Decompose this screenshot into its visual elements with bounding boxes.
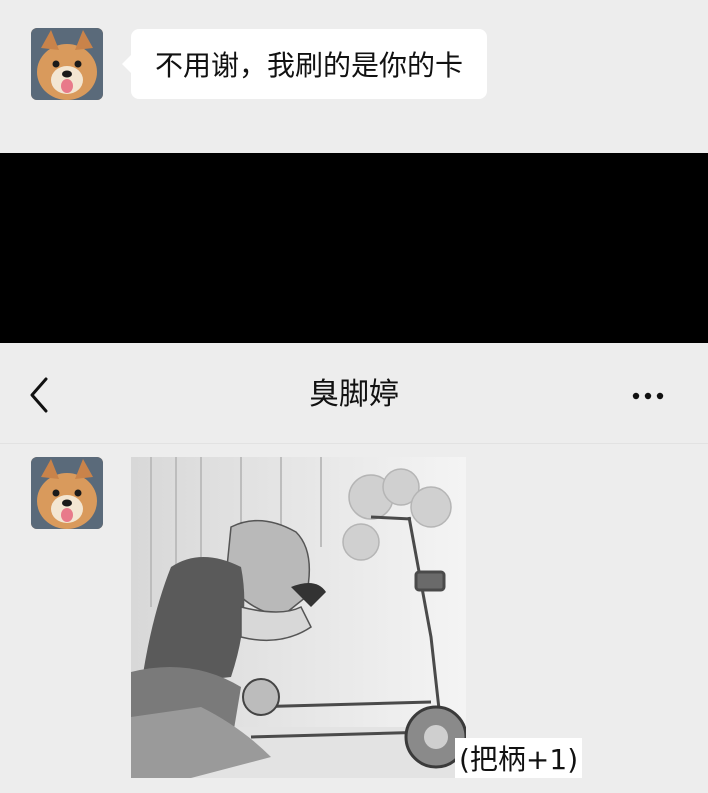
message-bubble[interactable]: 不用谢，我刷的是你的卡 [121, 29, 488, 99]
chat-title: 臭脚婷 [309, 377, 399, 412]
blackout-region [0, 153, 708, 343]
ellipsis-icon[interactable] [628, 379, 676, 409]
message-text: 不用谢，我刷的是你的卡 [155, 49, 464, 82]
dog-avatar-icon[interactable] [31, 28, 103, 100]
dog-avatar-icon[interactable] [31, 457, 103, 529]
image-caption: (把柄+1) [455, 738, 583, 778]
manga-illustration-image[interactable] [131, 457, 466, 778]
chat-header: 臭脚婷 [0, 343, 708, 444]
chat-area-top: 不用谢，我刷的是你的卡 [0, 0, 708, 153]
